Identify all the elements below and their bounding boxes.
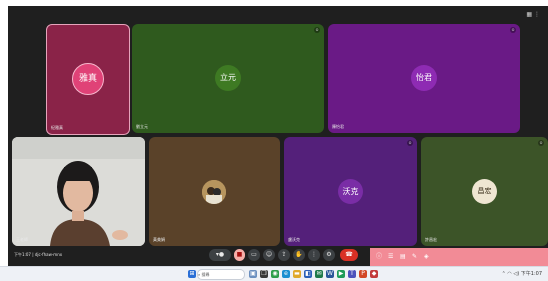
participant-tile[interactable]: 黃美娟: [149, 137, 280, 246]
search-box[interactable]: ⌕ 搜尋: [197, 269, 245, 280]
chat-icon[interactable]: ▤: [400, 252, 406, 262]
participant-tile[interactable]: 雅真 紀雅真: [46, 24, 130, 135]
meet-icon[interactable]: ▶: [337, 270, 345, 278]
camera-off-button[interactable]: ■: [234, 249, 245, 261]
participant-name: 王老師: [16, 237, 28, 242]
participant-tile-video[interactable]: 王老師: [12, 137, 145, 246]
powerpoint-icon[interactable]: P: [359, 270, 367, 278]
activities-icon[interactable]: ✎: [412, 252, 417, 262]
photo-avatar-image: [202, 180, 226, 204]
emoji-button[interactable]: ☺: [263, 249, 275, 261]
lock-icon[interactable]: ◈: [424, 252, 429, 262]
present-icon: ⇪: [281, 251, 287, 258]
mic-button[interactable]: ▾●: [209, 249, 231, 261]
participant-avatar: 昌宏: [472, 179, 497, 204]
participant-avatar: 怡君: [411, 65, 437, 91]
mic-off-icon: ⦸: [407, 140, 413, 146]
top-right-icons: ▦⋮: [526, 11, 542, 18]
store-icon[interactable]: ◧: [304, 270, 312, 278]
participant-name: 黃美娟: [153, 237, 165, 242]
meeting-time: 下午1:07: [14, 252, 31, 257]
mic-off-icon: ⦸: [314, 27, 320, 33]
widgets-icon[interactable]: ▣: [249, 270, 257, 278]
participant-tile[interactable]: ⦸ 沃克 盧沃克: [284, 137, 417, 246]
avatar-initials: 怡君: [416, 73, 432, 82]
avatar-initials: 沃克: [342, 187, 359, 196]
participant-avatar: 雅真: [72, 63, 104, 95]
people-icon[interactable]: ☰: [388, 252, 393, 262]
meeting-code: djc-fhaw-mnx: [34, 252, 63, 257]
file-explorer-icon[interactable]: ▬: [293, 270, 301, 278]
participant-name: 盧沃克: [288, 237, 300, 242]
end-call-icon: ☎: [345, 251, 353, 258]
raise-hand-button[interactable]: ✋: [293, 249, 305, 261]
participant-name: 許昌宏: [425, 237, 437, 242]
mic-off-icon: ⦸: [510, 27, 516, 33]
hand-icon: ✋: [295, 251, 303, 258]
participant-avatar: 沃克: [338, 179, 363, 204]
camera-icon: ■: [236, 251, 243, 258]
participant-tile[interactable]: ⦸ 怡君 陳怡君: [328, 24, 520, 133]
teams-icon[interactable]: T: [348, 270, 356, 278]
more-vert-icon: ⋮: [311, 251, 317, 258]
chrome-icon[interactable]: ◉: [271, 270, 279, 278]
avatar-initials: 昌宏: [477, 187, 492, 195]
meeting-info: 下午1:07 | djc-fhaw-mnx: [14, 252, 62, 258]
side-panel-bar: ⓘ ☰ ▤ ✎ ◈: [370, 248, 548, 266]
more-options-button[interactable]: ⋮: [308, 249, 320, 261]
present-button[interactable]: ⇪: [278, 249, 290, 261]
edge-icon[interactable]: e: [282, 270, 290, 278]
end-call-button[interactable]: ☎: [340, 249, 358, 261]
avatar-initials: 立元: [220, 73, 236, 82]
participant-avatar-photo: [202, 180, 226, 204]
captions-button[interactable]: ▭: [248, 249, 260, 261]
participant-avatar: 立元: [215, 65, 241, 91]
app-icon[interactable]: ◆: [370, 270, 378, 278]
mic-icon: ▾●: [215, 251, 225, 258]
grid-icon[interactable]: ▦: [526, 11, 534, 18]
settings-button[interactable]: ⚙: [323, 249, 335, 261]
captions-icon: ▭: [251, 251, 257, 258]
settings-icon: ⚙: [326, 251, 332, 258]
system-tray: ⌃ ◠ ◁) 下午1:07: [502, 270, 542, 277]
volume-icon[interactable]: ◁): [513, 271, 519, 277]
webcam-video: [12, 137, 145, 246]
more-icon[interactable]: ⋮: [534, 11, 542, 18]
participant-tile[interactable]: ⦸ 立元 劉立元: [132, 24, 324, 133]
meet-window: ▦⋮ 雅真 紀雅真 ⦸ 立元 劉立元 ⦸ 怡君 陳怡君 王老師 黃美娟 ⦸ 沃克…: [8, 6, 548, 266]
wifi-icon[interactable]: ◠: [507, 271, 511, 277]
emoji-icon: ☺: [265, 251, 273, 258]
clock[interactable]: 下午1:07: [521, 271, 542, 277]
participant-name: 劉立元: [136, 124, 148, 129]
tray-chevron-icon[interactable]: ⌃: [502, 271, 506, 277]
mail-icon[interactable]: ✉: [315, 270, 323, 278]
task-view-icon[interactable]: ❐: [260, 270, 268, 278]
info-icon[interactable]: ⓘ: [376, 252, 382, 262]
search-placeholder: 搜尋: [201, 272, 210, 277]
avatar-initials: 雅真: [78, 74, 97, 84]
participant-name: 陳怡君: [332, 124, 344, 129]
start-icon[interactable]: ⊞: [188, 270, 196, 278]
participant-tile[interactable]: ⦸ 昌宏 許昌宏: [421, 137, 548, 246]
word-icon[interactable]: W: [326, 270, 334, 278]
participant-name: 紀雅真: [51, 125, 63, 130]
taskbar: ⊞ ⌕ 搜尋 ▣ ❐ ◉ e ▬ ◧ ✉ W ▶ T P ◆ ⌃ ◠ ◁) 下午…: [0, 266, 548, 281]
mic-off-icon: ⦸: [538, 140, 544, 146]
